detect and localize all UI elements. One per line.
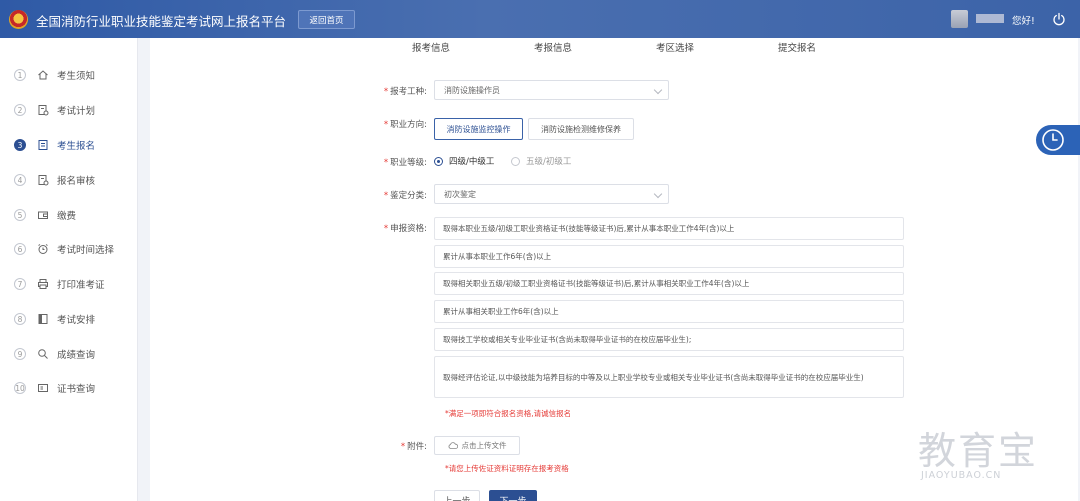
- cloud-upload-icon: [448, 442, 458, 449]
- watermark-url: JIAOYUBAO.CN: [921, 470, 1002, 481]
- sidebar-item-certificate-query[interactable]: 10 证书查询: [0, 376, 138, 400]
- step-number: 10: [14, 382, 26, 394]
- chevron-down-icon: [653, 189, 663, 199]
- job-type-label: * 报考工种:: [383, 87, 427, 97]
- step-apply-info: 报考信息: [412, 43, 451, 54]
- sidebar-item-label: 缴费: [57, 211, 77, 222]
- step-number: 5: [14, 209, 26, 221]
- step-number: 6: [14, 243, 26, 255]
- home-icon: [38, 70, 48, 80]
- upload-button-label: 点击上传文件: [461, 441, 507, 450]
- sidebar-item-exam-schedule[interactable]: 8 考试安排: [0, 307, 138, 331]
- upload-file-button[interactable]: 点击上传文件: [434, 436, 520, 455]
- sidebar-item-notice[interactable]: 1 考生须知: [0, 63, 138, 87]
- category-label: * 鉴定分类:: [383, 191, 427, 201]
- radio-dot: [434, 156, 443, 166]
- fire-emblem-logo: [9, 10, 28, 29]
- qualification-option-3[interactable]: 取得相关职业五级/初级工职业资格证书(技能等级证书)后,累计从事相关职业工作4年…: [434, 272, 904, 295]
- schedule-icon: [38, 314, 48, 324]
- sidebar-item-label: 成绩查询: [57, 350, 96, 361]
- sidebar-item-label: 考试时间选择: [57, 245, 115, 256]
- sidebar-item-label: 考生报名: [57, 141, 96, 152]
- greeting-text: 您好!: [1012, 16, 1035, 27]
- step-number: 9: [14, 348, 26, 360]
- floating-clock-widget[interactable]: [1036, 125, 1080, 155]
- level-radio-intermediate[interactable]: 四级/中级工: [434, 155, 494, 167]
- step-number: 3: [14, 139, 26, 151]
- chevron-down-icon: [653, 85, 663, 95]
- sidebar-item-label: 报名审核: [57, 176, 96, 187]
- next-step-button[interactable]: 下一步: [489, 490, 537, 501]
- sidebar-item-label: 证书查询: [57, 384, 96, 395]
- qualification-option-1[interactable]: 取得本职业五级/初级工职业资格证书(技能等级证书)后,累计从事本职业工作4年(含…: [434, 217, 904, 240]
- radio-dot: [511, 156, 520, 166]
- prev-step-button[interactable]: 上一步: [434, 490, 480, 501]
- step-number: 7: [14, 278, 26, 290]
- sidebar: 1 考生须知 2 考试计划 3 考生报名 4 报名审核 5 缴费 6 考试时间选…: [0, 38, 138, 501]
- sidebar-item-plan[interactable]: 2 考试计划: [0, 98, 138, 122]
- masked-username: [976, 14, 1004, 23]
- search-icon: [38, 349, 48, 359]
- alarm-clock-icon: [38, 244, 48, 254]
- avatar[interactable]: [951, 10, 968, 28]
- return-home-button[interactable]: 返回首页: [298, 10, 355, 29]
- category-value: 初次鉴定: [444, 189, 476, 199]
- direction-option-monitor[interactable]: 消防设施监控操作: [434, 118, 523, 140]
- sidebar-item-exam-time[interactable]: 6 考试时间选择: [0, 237, 138, 261]
- level-label: * 职业等级:: [383, 158, 427, 168]
- watermark-logo: 教育宝: [918, 429, 1039, 473]
- printer-icon: [38, 279, 48, 289]
- direction-label: * 职业方向:: [383, 120, 427, 130]
- step-number: 2: [14, 104, 26, 116]
- step-number: 8: [14, 313, 26, 325]
- sidebar-item-label: 考生须知: [57, 71, 96, 82]
- job-type-select[interactable]: 消防设施操作员: [434, 80, 669, 100]
- radio-label: 四级/中级工: [449, 157, 495, 167]
- wallet-icon: [38, 211, 48, 219]
- certificate-icon: [38, 384, 48, 392]
- step-exam-info: 考报信息: [534, 43, 573, 54]
- power-icon[interactable]: [1052, 12, 1066, 26]
- sidebar-item-payment[interactable]: 5 缴费: [0, 203, 138, 227]
- attachment-note: *请您上传佐证资料证明存在报考资格: [445, 464, 569, 473]
- sidebar-item-label: 考试计划: [57, 106, 96, 117]
- qualification-label: * 申报资格:: [383, 224, 427, 234]
- qualification-option-4[interactable]: 累计从事相关职业工作6年(含)以上: [434, 300, 904, 323]
- top-bar: 全国消防行业职业技能鉴定考试网上报名平台 返回首页 您好!: [0, 0, 1080, 38]
- step-number: 4: [14, 174, 26, 186]
- progress-steps: 报考信息 考报信息 考区选择 提交报名: [150, 40, 1078, 54]
- step-number: 1: [14, 69, 26, 81]
- qualification-option-2[interactable]: 累计从事本职业工作6年(含)以上: [434, 245, 904, 268]
- doc-check-icon: [38, 175, 49, 186]
- level-radio-junior[interactable]: 五级/初级工: [511, 155, 571, 167]
- clock-icon: [1042, 129, 1064, 151]
- sidebar-item-print-admission[interactable]: 7 打印准考证: [0, 272, 138, 296]
- step-region-select: 考区选择: [656, 43, 695, 54]
- qualification-note: *满足一项即符合报名资格,请诚信报名: [445, 409, 572, 418]
- sidebar-item-label: 打印准考证: [57, 280, 105, 291]
- qualification-option-5[interactable]: 取得技工学校或相关专业毕业证书(含尚未取得毕业证书的在校应届毕业生);: [434, 328, 904, 351]
- category-select[interactable]: 初次鉴定: [434, 184, 669, 204]
- sidebar-item-register[interactable]: 3 考生报名: [0, 133, 138, 157]
- sidebar-item-score-query[interactable]: 9 成绩查询: [0, 342, 138, 366]
- direction-option-maintenance[interactable]: 消防设施检测维修保养: [528, 118, 634, 140]
- doc-icon: [38, 105, 49, 116]
- step-submit: 提交报名: [778, 43, 817, 54]
- app-title: 全国消防行业职业技能鉴定考试网上报名平台: [36, 14, 287, 29]
- attachment-label: * 附件:: [400, 442, 427, 452]
- form-icon: [38, 140, 48, 150]
- radio-label: 五级/初级工: [526, 157, 572, 167]
- qualification-option-6[interactable]: 取得经评估论证,以中级技能为培养目标的中等及以上职业学校专业或相关专业毕业证书(…: [434, 356, 904, 398]
- sidebar-item-review[interactable]: 4 报名审核: [0, 168, 138, 192]
- job-type-value: 消防设施操作员: [444, 85, 500, 95]
- sidebar-item-label: 考试安排: [57, 315, 96, 326]
